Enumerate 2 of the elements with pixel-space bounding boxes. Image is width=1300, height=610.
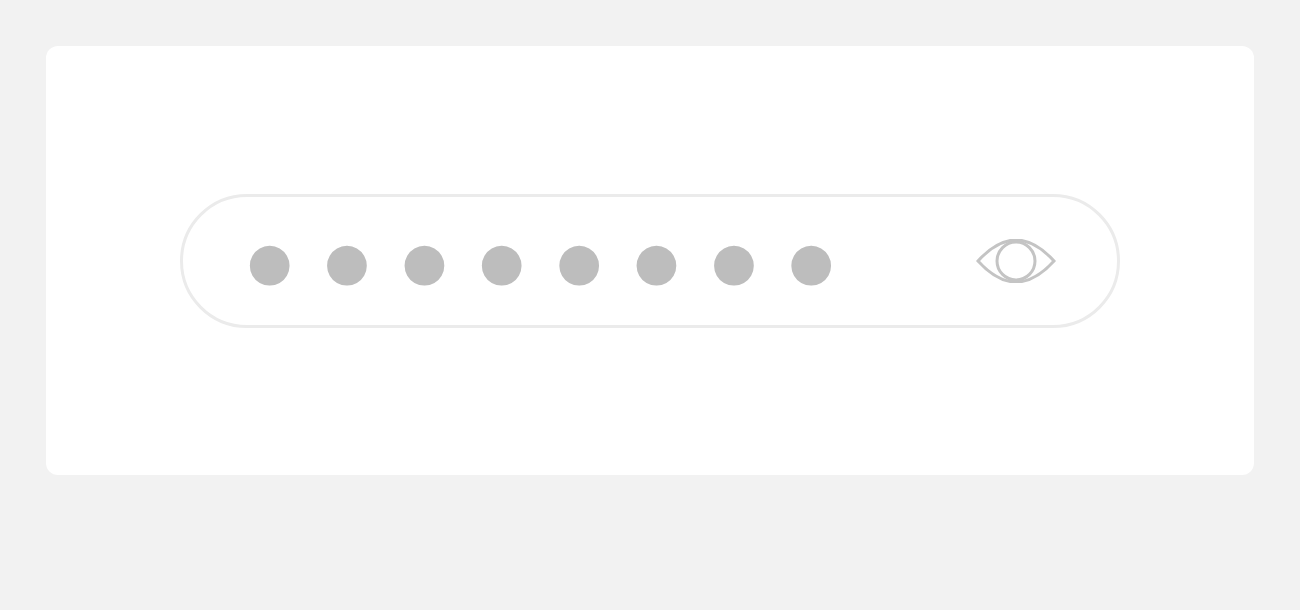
show-password-eye-icon[interactable] [976, 238, 1056, 283]
password-field[interactable]: ●●●●●●●● [180, 193, 1120, 328]
